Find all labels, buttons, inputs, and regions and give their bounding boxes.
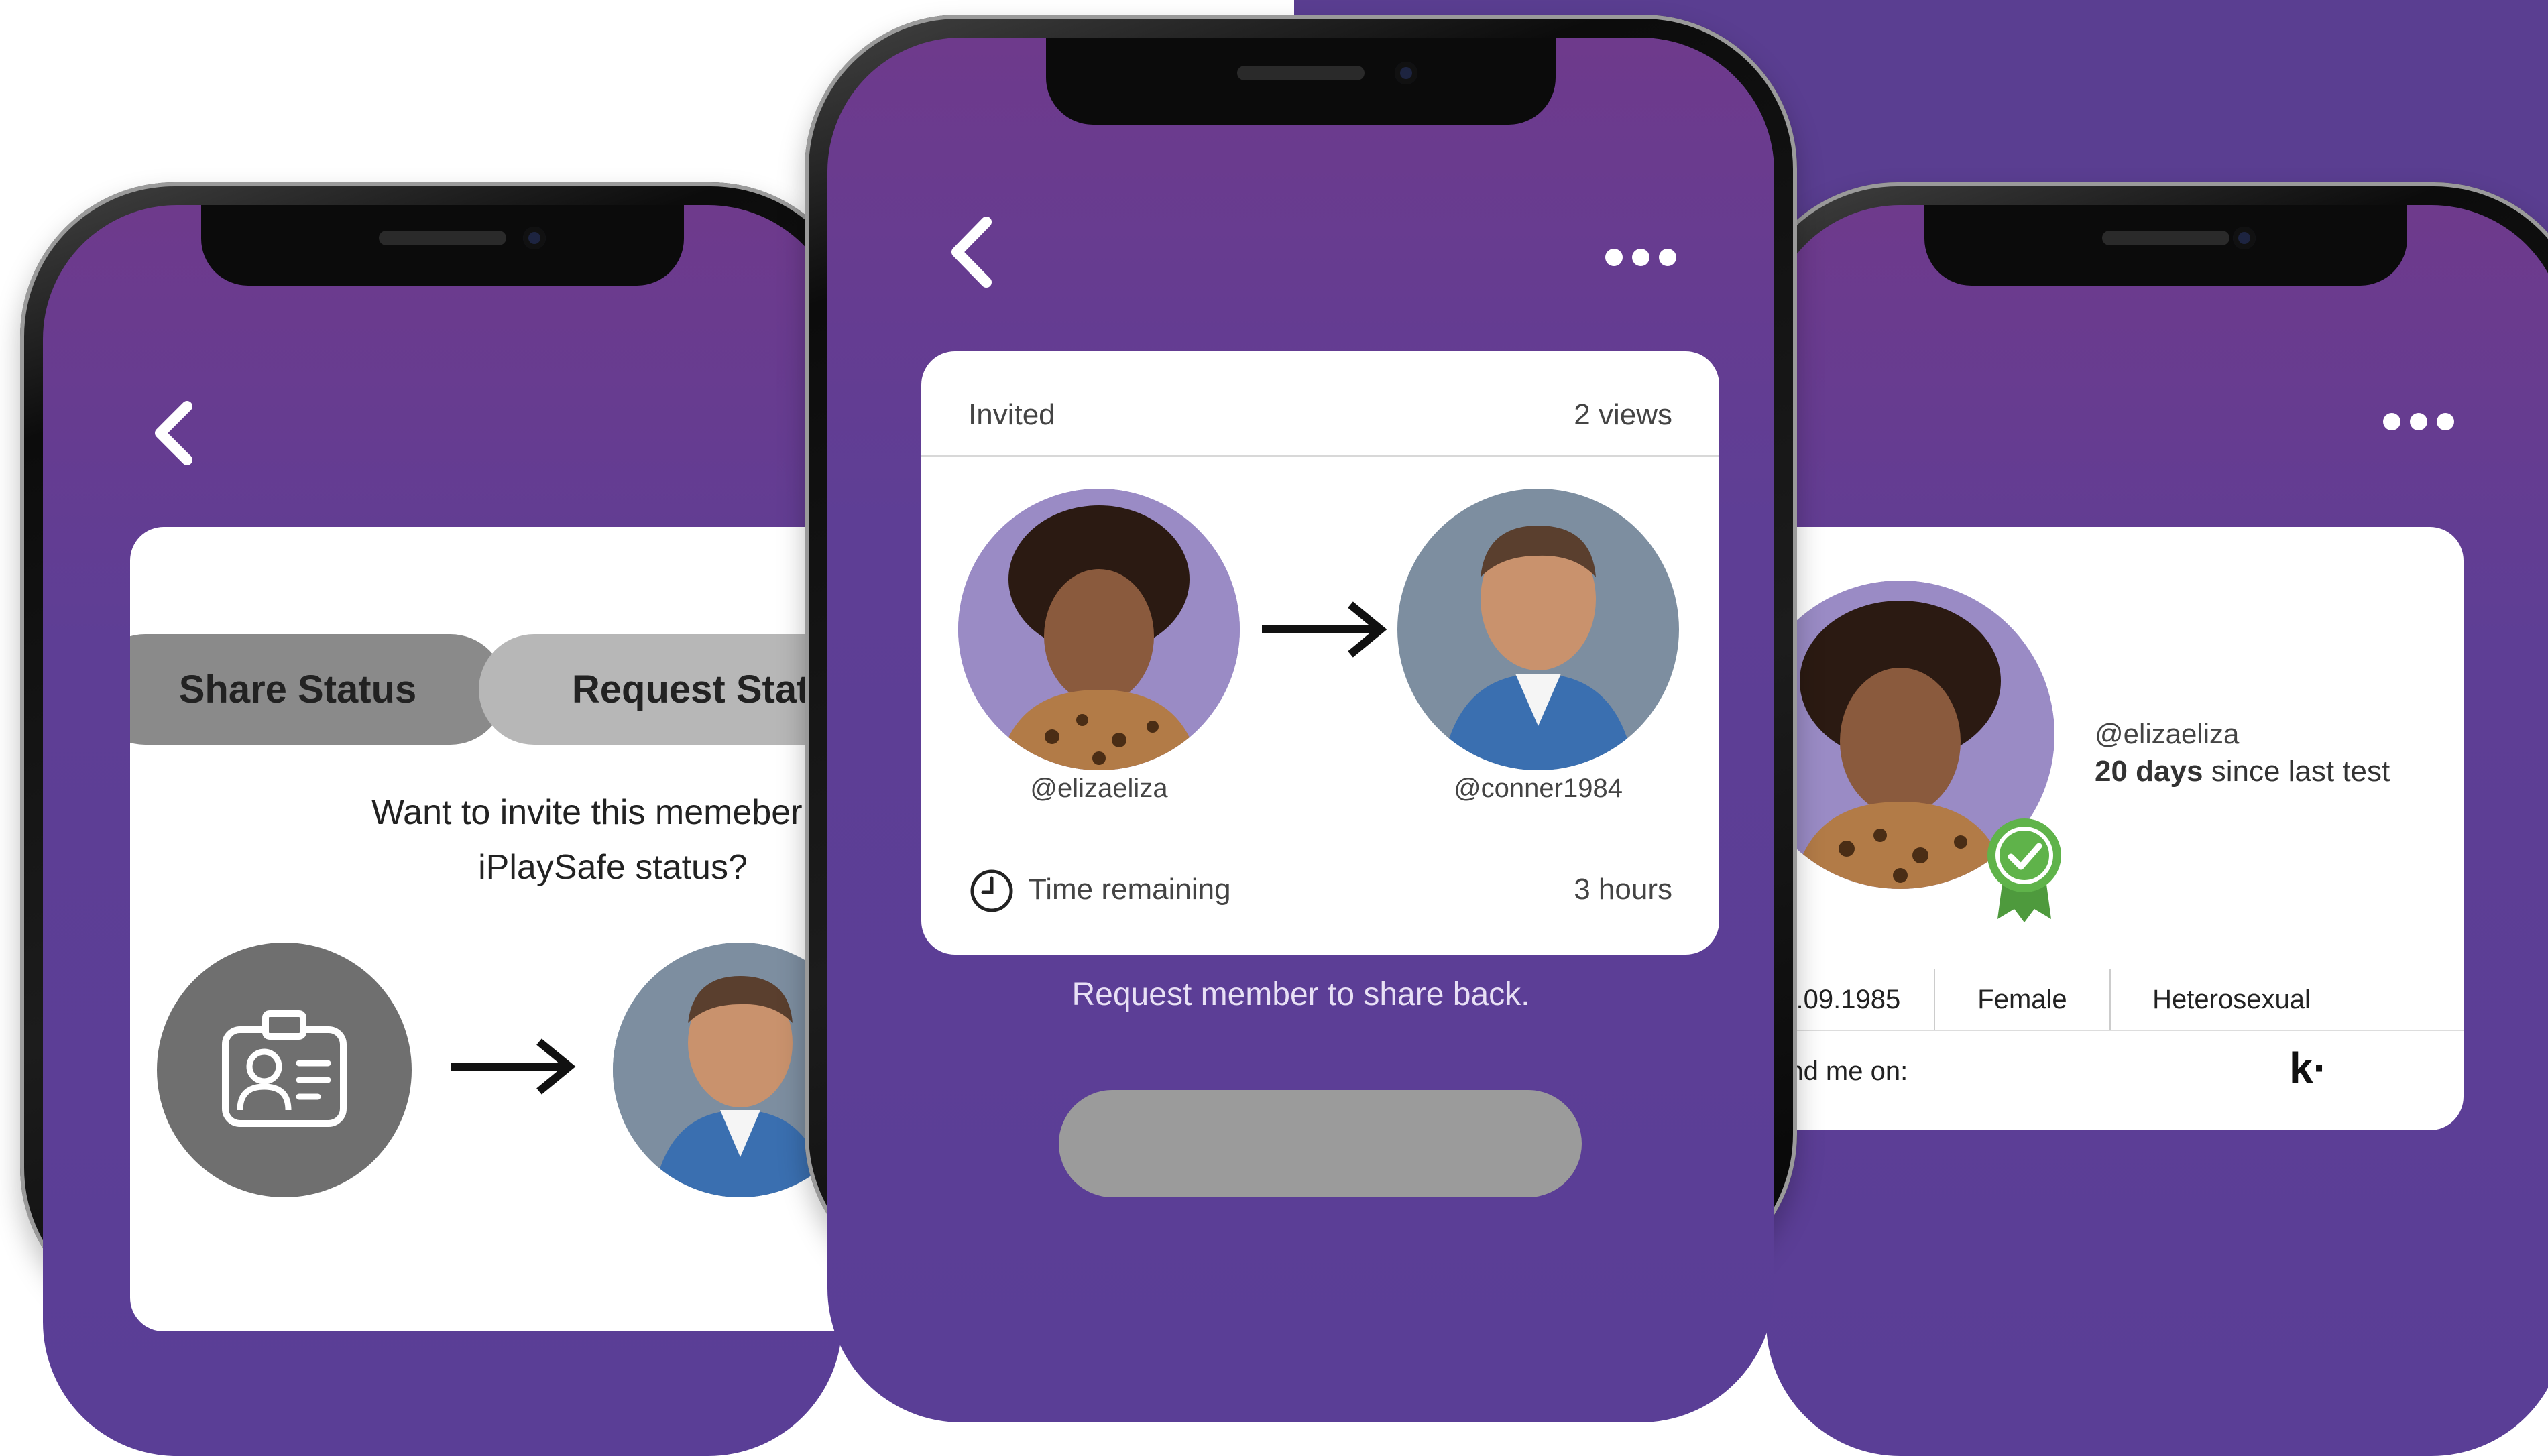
invited-label: Invited — [968, 398, 1055, 431]
middle-screen: Invited 2 views @elizaeliza @conner1984 … — [827, 38, 1774, 1422]
woman-photo — [958, 489, 1240, 770]
profile-card: @elizaeliza 20 days since last test 05.0… — [1766, 527, 2464, 1130]
more-icon[interactable] — [1605, 249, 1676, 266]
request-share-back-text: Request member to share back. — [1072, 977, 1530, 1012]
back-icon[interactable] — [945, 215, 998, 289]
front-camera — [2233, 227, 2256, 249]
card-divider — [921, 455, 1719, 457]
verified-badge-icon — [1987, 818, 2061, 922]
invite-prompt-line2: iPlaySafe status? — [478, 848, 748, 887]
right-screen: @elizaeliza 20 days since last test 05.0… — [1766, 205, 2548, 1456]
speaker — [379, 231, 506, 245]
receiver-username: @conner1984 — [1454, 774, 1623, 803]
days-since-test: 20 days since last test — [2095, 755, 2390, 788]
tab-share-status-label: Share Status — [178, 668, 417, 711]
days-count: 20 days — [2095, 755, 2203, 788]
id-card-icon — [222, 1010, 347, 1127]
gender: Female — [1977, 984, 2067, 1014]
back-icon[interactable] — [150, 400, 197, 467]
arrow-right-icon — [451, 1038, 576, 1095]
views-count: 2 views — [1574, 398, 1672, 431]
time-remaining-value: 3 hours — [1574, 873, 1672, 906]
notch — [201, 205, 684, 286]
tab-request-status[interactable]: Request Status — [479, 634, 842, 745]
share-back-button[interactable] — [1059, 1090, 1582, 1197]
avatar-eliza — [958, 489, 1240, 770]
invite-prompt-line1: Want to invite this memeber to see your — [371, 793, 842, 832]
man-photo — [1397, 489, 1679, 770]
profile-username: @elizaeliza — [2095, 718, 2240, 749]
profile-details-row: 05.09.1985 Female Heterosexual — [1766, 969, 2464, 1031]
front-camera — [523, 227, 546, 249]
invite-card: Invited 2 views @elizaeliza @conner1984 … — [921, 351, 1719, 955]
notch — [1924, 205, 2407, 286]
avatar-conner — [1397, 489, 1679, 770]
kinkd-logo-link[interactable]: k· — [2289, 1043, 2327, 1093]
tab-share-status[interactable]: Share Status — [130, 634, 506, 745]
arrow-right-icon — [1262, 601, 1387, 658]
share-card: Share Status Request Status Want to invi… — [130, 527, 842, 1331]
invite-prompt: Want to invite this memeber to see your … — [130, 785, 842, 895]
phone-right: @elizaeliza 20 days since last test 05.0… — [1743, 182, 2548, 1456]
left-screen: Share Status Request Status Want to invi… — [43, 205, 842, 1456]
phone-left: Share Status Request Status Want to invi… — [20, 182, 865, 1456]
more-icon[interactable] — [2383, 413, 2454, 430]
tab-request-status-label: Request Status — [571, 668, 842, 711]
days-label: since last test — [2203, 755, 2390, 788]
time-remaining-label: Time remaining — [1029, 873, 1231, 906]
front-camera — [1395, 62, 1417, 84]
phone-middle: Invited 2 views @elizaeliza @conner1984 … — [805, 15, 1797, 1422]
sender-username: @elizaeliza — [1030, 774, 1168, 803]
id-card-circle — [157, 943, 412, 1197]
notch — [1046, 38, 1556, 125]
clock-icon — [970, 869, 1013, 912]
orientation: Heterosexual — [2152, 984, 2311, 1014]
speaker — [2102, 231, 2230, 245]
speaker — [1237, 66, 1365, 80]
